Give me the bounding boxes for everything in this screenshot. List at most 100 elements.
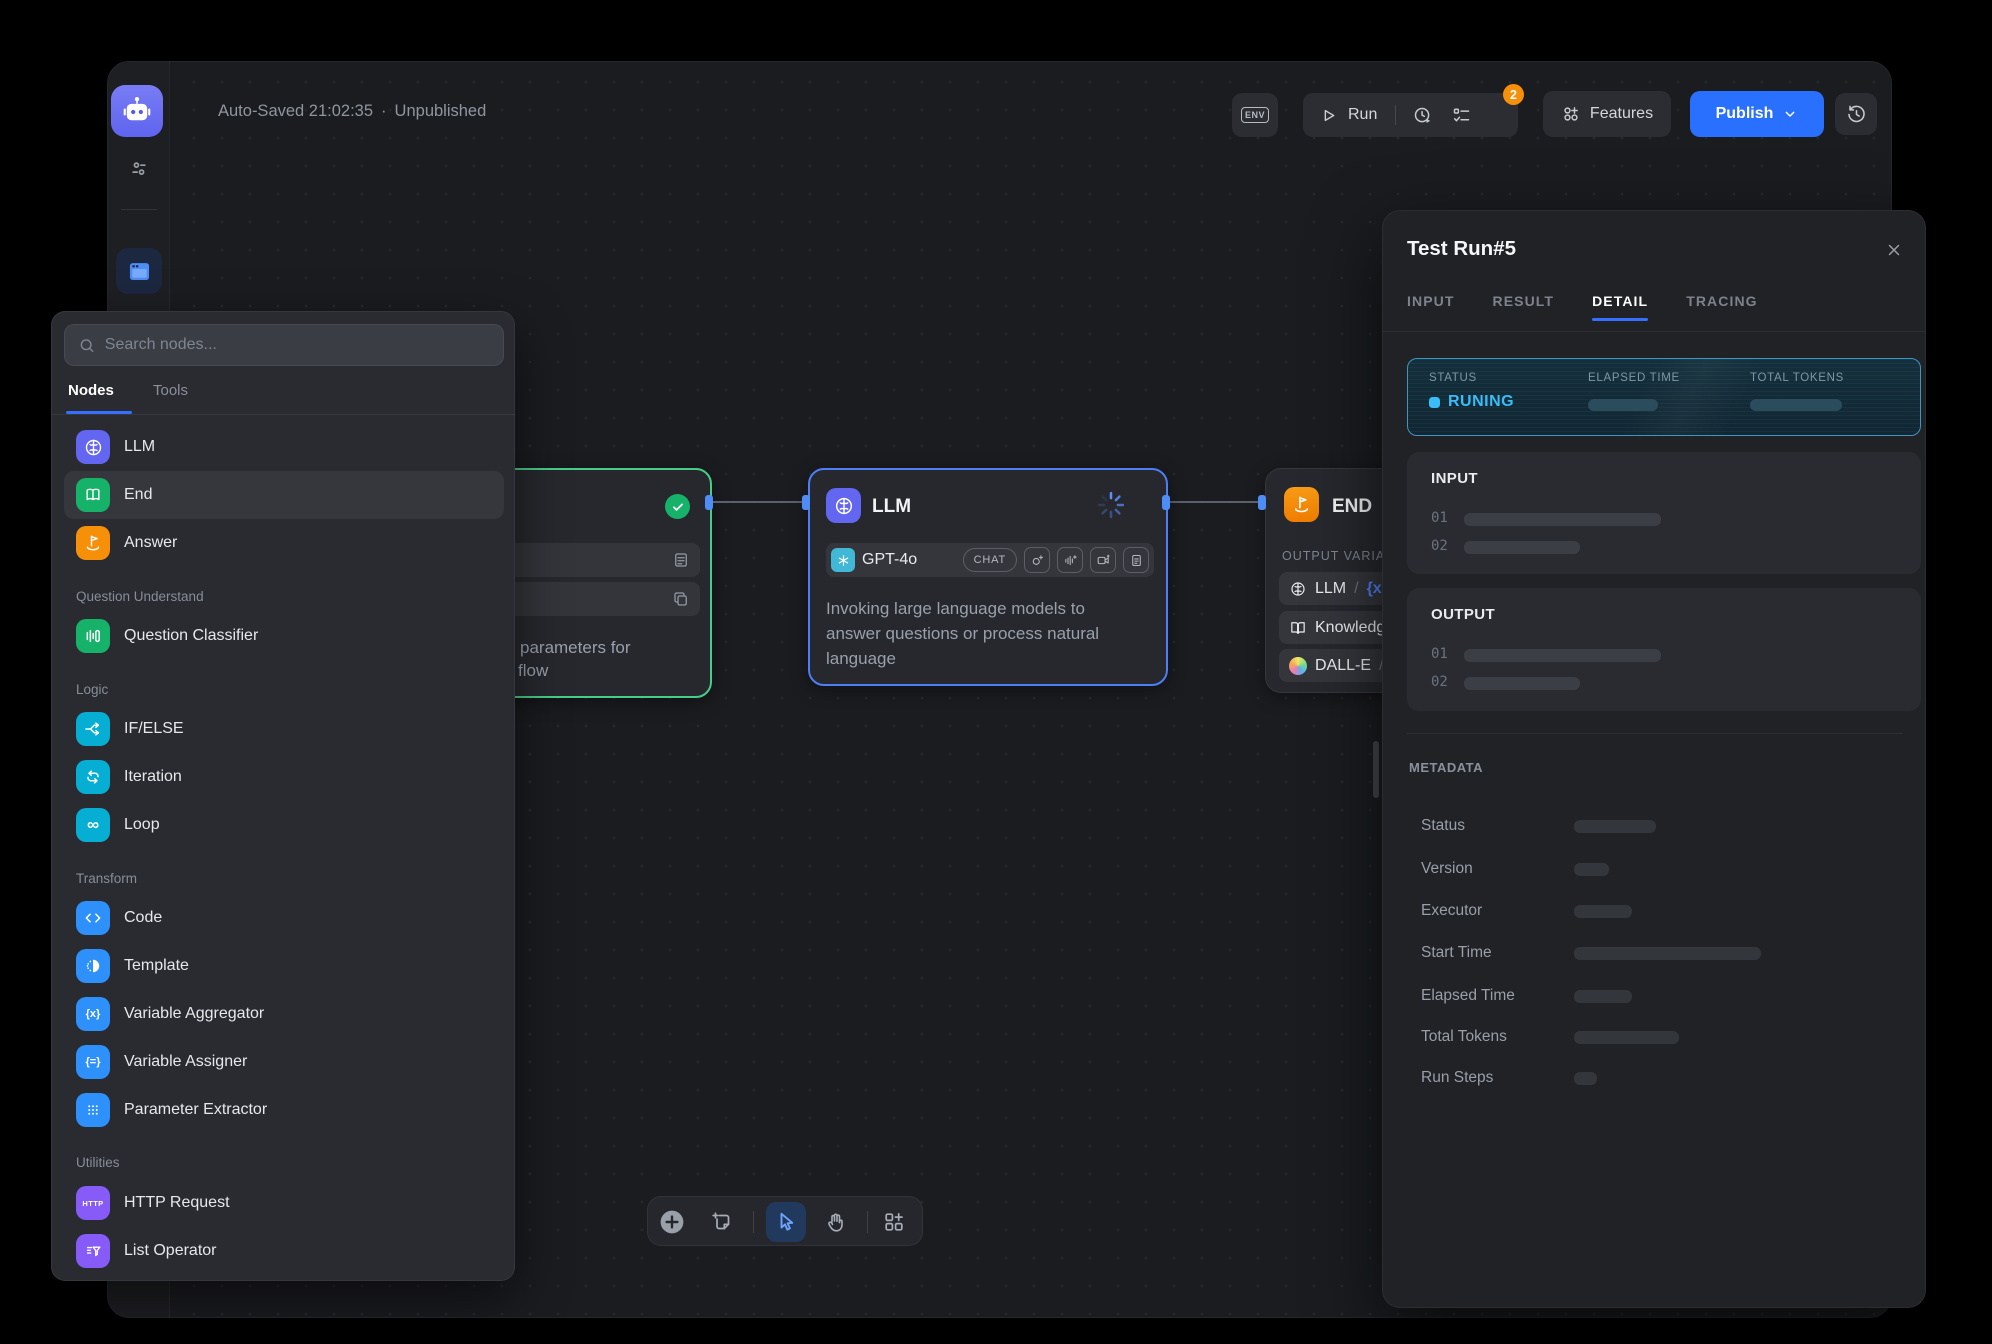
panel-resize-handle[interactable] — [1373, 741, 1379, 798]
tab-input[interactable]: INPUT — [1407, 293, 1455, 309]
meta-label-status: Status — [1421, 817, 1465, 835]
node-item-end[interactable]: End — [64, 471, 504, 519]
publish-button[interactable]: Publish — [1690, 91, 1824, 137]
add-node-button[interactable] — [659, 1209, 685, 1235]
run-history-button[interactable] — [1412, 105, 1433, 126]
status-card: STATUS ELAPSED TIME TOTAL TOKENS RUNING — [1407, 358, 1921, 436]
add-note-button[interactable] — [709, 1209, 735, 1235]
elapsed-time-skeleton — [1588, 399, 1658, 411]
node-item-variable-assigner[interactable]: {=} Variable Assigner — [64, 1038, 504, 1086]
organize-nodes-button[interactable] — [881, 1209, 907, 1235]
document-capability-badge — [1123, 547, 1149, 573]
run-button[interactable]: Run — [1348, 106, 1377, 124]
llm-icon — [76, 430, 110, 464]
copy-icon — [672, 590, 690, 608]
audio-capability-badge — [1057, 547, 1083, 573]
features-label: Features — [1590, 105, 1653, 123]
features-button[interactable]: Features — [1543, 91, 1671, 137]
search-bar — [64, 324, 504, 366]
input-card-title: INPUT — [1431, 470, 1478, 487]
node-item-label: Parameter Extractor — [124, 1101, 267, 1119]
node-item-llm[interactable]: LLM — [64, 423, 504, 471]
openai-icon — [831, 548, 855, 572]
status-label: STATUS — [1429, 372, 1477, 384]
variable-aggregator-icon: {x} — [76, 997, 110, 1031]
node-item-list-operator[interactable]: List Operator — [64, 1227, 504, 1275]
preview-window-button[interactable] — [116, 248, 162, 294]
node-item-if-else[interactable]: IF/ELSE — [64, 705, 504, 753]
toolbar-divider — [1395, 105, 1396, 125]
meta-skeleton — [1574, 905, 1632, 918]
input-row-skeleton — [1464, 513, 1661, 526]
vision-capability-badge — [1024, 547, 1050, 573]
publish-label: Publish — [1716, 105, 1774, 123]
meta-label-total-tokens: Total Tokens — [1421, 1028, 1507, 1046]
list-operator-icon — [76, 1234, 110, 1268]
env-button[interactable]: ENV — [1232, 93, 1278, 137]
node-item-http-request[interactable]: HTTP HTTP Request — [64, 1179, 504, 1227]
node-item-parameter-extractor[interactable]: Parameter Extractor — [64, 1086, 504, 1134]
input-row-index: 01 — [1431, 510, 1448, 526]
llm-node[interactable]: LLM GPT-4o — [808, 468, 1168, 686]
checklist-button[interactable] — [1451, 105, 1472, 126]
tab-result[interactable]: RESULT — [1493, 293, 1555, 309]
status-value: RUNING — [1448, 393, 1514, 411]
note-add-icon — [710, 1210, 734, 1234]
running-status-dot — [1429, 397, 1440, 408]
workflow-settings-button[interactable] — [128, 158, 150, 185]
meta-skeleton — [1574, 947, 1761, 960]
answer-icon — [76, 526, 110, 560]
parameter-extractor-icon — [76, 1093, 110, 1127]
section-utilities: Utilities — [76, 1155, 120, 1170]
plus-circle-icon — [659, 1209, 685, 1235]
llm-node-output-port[interactable] — [1162, 495, 1170, 510]
hand-mode-button[interactable] — [823, 1209, 849, 1235]
form-icon — [672, 551, 690, 569]
http-request-icon: HTTP — [76, 1186, 110, 1220]
tab-detail[interactable]: DETAIL — [1592, 293, 1648, 309]
hand-icon — [824, 1210, 848, 1234]
model-name: GPT-4o — [862, 551, 917, 569]
start-node-output-port[interactable] — [705, 495, 713, 510]
node-item-question-classifier[interactable]: Question Classifier — [64, 612, 504, 660]
if-else-icon — [76, 712, 110, 746]
llm-node-description: Invoking large language models to answer… — [826, 596, 1160, 671]
node-item-answer[interactable]: Answer — [64, 519, 504, 567]
loop-icon: ∞ — [76, 808, 110, 842]
end-node-input-port[interactable] — [1258, 495, 1266, 510]
sidebar-divider — [121, 209, 157, 210]
node-item-variable-aggregator[interactable]: {x} Variable Aggregator — [64, 990, 504, 1038]
llm-model-selector[interactable]: GPT-4o CHAT — [826, 543, 1154, 577]
section-question-understand: Question Understand — [76, 589, 204, 604]
window-icon — [126, 258, 153, 285]
output-row-skeleton — [1464, 649, 1661, 662]
close-panel-button[interactable] — [1881, 237, 1907, 263]
start-node-description-line1: parameters for — [520, 638, 631, 658]
save-status: Auto-Saved 21:02:35 · Unpublished — [218, 102, 486, 121]
tab-tools[interactable]: Tools — [153, 382, 188, 399]
node-item-code[interactable]: Code — [64, 894, 504, 942]
pointer-mode-button[interactable] — [766, 1202, 806, 1242]
app-logo-robot-icon[interactable] — [111, 85, 163, 137]
node-item-loop[interactable]: ∞ Loop — [64, 801, 504, 849]
chevron-down-icon — [1782, 106, 1798, 122]
tab-tracing[interactable]: TRACING — [1686, 293, 1757, 309]
knowledge-book-icon — [1289, 619, 1307, 637]
tab-nodes[interactable]: Nodes — [68, 382, 114, 399]
node-item-template[interactable]: Template — [64, 942, 504, 990]
output-card: OUTPUT 01 02 — [1407, 588, 1921, 711]
meta-skeleton — [1574, 820, 1656, 833]
version-history-button[interactable] — [1835, 93, 1877, 135]
node-item-label: LLM — [124, 438, 155, 456]
template-icon — [76, 949, 110, 983]
output-row-skeleton — [1464, 677, 1580, 690]
metadata-divider — [1407, 733, 1903, 734]
end-icon — [76, 478, 110, 512]
publish-state-text: Unpublished — [395, 102, 487, 121]
toolbar-divider — [753, 1211, 754, 1233]
node-item-iteration[interactable]: Iteration — [64, 753, 504, 801]
llm-node-input-port[interactable] — [802, 495, 810, 510]
search-input[interactable] — [105, 336, 490, 354]
play-icon — [1319, 106, 1338, 125]
env-icon: ENV — [1241, 107, 1269, 123]
